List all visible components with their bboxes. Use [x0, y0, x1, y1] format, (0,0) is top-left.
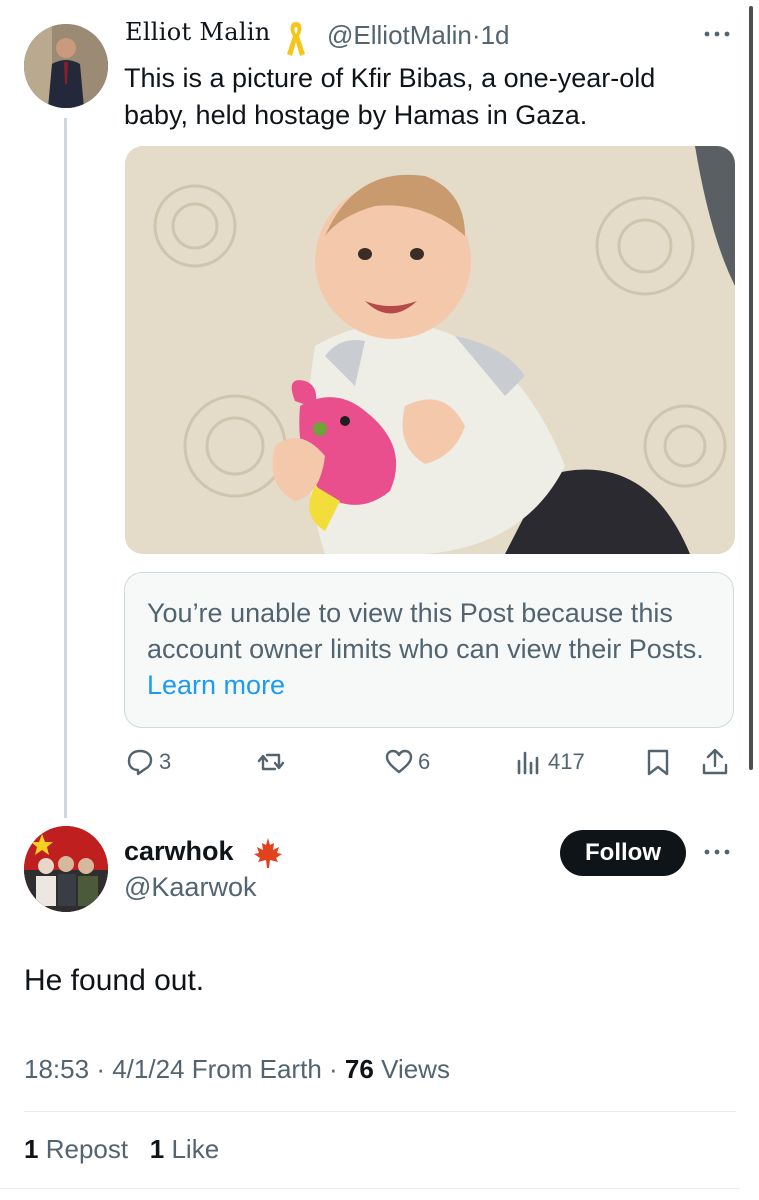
post-text: This is a picture of Kfir Bibas, a one-y…: [124, 63, 656, 130]
maple-leaf-icon: [254, 838, 282, 868]
reply-button[interactable]: 3: [125, 744, 171, 780]
post-photo[interactable]: [125, 146, 735, 554]
post-time[interactable]: 1d: [481, 20, 510, 50]
views-label: Views: [381, 1054, 450, 1084]
more-options-ellipsis-icon[interactable]: [702, 16, 732, 47]
likes-label: Like: [171, 1134, 220, 1164]
author-handle[interactable]: @ElliotMalin: [327, 20, 472, 50]
time-separator: ·: [471, 20, 481, 50]
repost-icon: [257, 753, 285, 771]
post-timestamp[interactable]: 18:53: [24, 1054, 89, 1084]
avatar-elliot-malin[interactable]: [24, 24, 108, 108]
baby-photo-illustration: [125, 146, 735, 554]
avatar-carwhok[interactable]: [24, 826, 108, 912]
meta-separator: ·: [329, 1054, 338, 1084]
yellow-ribbon-icon: [287, 22, 305, 56]
engagement-stats: 1 Repost 1 Like: [24, 1134, 219, 1165]
views-icon: [517, 751, 539, 775]
reply-text: He found out.: [24, 964, 205, 997]
divider: [24, 1111, 736, 1112]
reply-more-options-ellipsis-icon[interactable]: [702, 834, 732, 865]
like-icon: [385, 749, 413, 774]
views-button[interactable]: 417: [514, 744, 585, 780]
like-button[interactable]: 6: [384, 744, 430, 780]
post-metadata: 18:53 · 4/1/24 From Earth · 76 Views: [24, 1054, 450, 1085]
follow-button[interactable]: Follow: [560, 830, 686, 876]
meta-separator: ·: [96, 1054, 105, 1084]
divider: [0, 1188, 740, 1189]
thread-connector-line: [64, 118, 67, 818]
share-button[interactable]: [700, 744, 730, 780]
likes-stat[interactable]: 1 Like: [150, 1134, 219, 1164]
unavailable-quoted-post-notice: You’re unable to view this Post because …: [124, 572, 734, 728]
post-date[interactable]: 4/1/24: [112, 1054, 184, 1084]
scrollbar[interactable]: [749, 6, 753, 770]
bookmark-icon: [647, 749, 669, 776]
author-handle-line: @ElliotMalin·1d: [327, 20, 509, 51]
likes-count: 1: [149, 1134, 165, 1164]
reply-author-handle[interactable]: @Kaarwok: [124, 872, 256, 903]
avatar-person-illustration: [24, 24, 108, 108]
reply-icon: [127, 749, 153, 776]
learn-more-link[interactable]: Learn more: [147, 670, 285, 700]
avatar-group-illustration: [24, 826, 108, 912]
views-count: 417: [548, 749, 585, 774]
reposts-count: 1: [24, 1134, 39, 1164]
repost-button[interactable]: [256, 744, 286, 780]
reposts-stat[interactable]: 1 Repost: [24, 1134, 128, 1164]
share-icon: [702, 748, 728, 775]
reply-count: 3: [159, 749, 172, 774]
like-count: 6: [418, 749, 431, 774]
reply-author-name[interactable]: carwhok: [124, 836, 234, 867]
notice-text: You’re unable to view this Post because …: [147, 598, 704, 664]
post-source: From Earth: [191, 1054, 322, 1084]
reposts-label: Repost: [45, 1134, 129, 1164]
bookmark-button[interactable]: [643, 744, 673, 780]
author-name[interactable]: Elliot Malin: [125, 18, 271, 46]
views-count: 76: [344, 1054, 374, 1084]
